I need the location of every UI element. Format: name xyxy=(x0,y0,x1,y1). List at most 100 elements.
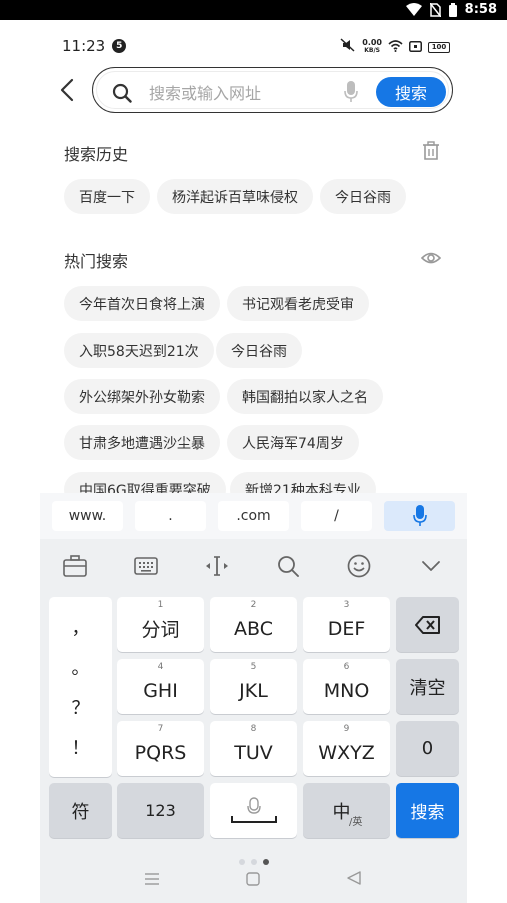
history-chip[interactable]: 杨洋起诉百草味侵权 xyxy=(157,179,313,214)
soft-keyboard: www. . .com / ， 。 ？ ！ 1 分词 2 ABC 3 DEF 4… xyxy=(40,493,467,903)
key-6[interactable]: 6 MNO xyxy=(303,659,390,714)
wifi-icon xyxy=(388,38,403,56)
history-chip[interactable]: 百度一下 xyxy=(64,179,150,214)
search-button[interactable]: 搜索 xyxy=(376,77,446,107)
hot-search-title: 热门搜索 xyxy=(64,252,129,271)
punct-period[interactable]: 。 xyxy=(72,654,90,680)
key-label: PQRS xyxy=(134,741,187,764)
collapse-keyboard-icon[interactable] xyxy=(418,553,444,579)
search-input[interactable] xyxy=(149,80,339,106)
key-3[interactable]: 3 DEF xyxy=(303,597,390,652)
key-label: 清空 xyxy=(409,677,446,699)
key-label: 0 xyxy=(421,738,434,759)
backspace-icon xyxy=(414,615,440,634)
punct-comma[interactable]: ， xyxy=(72,614,90,640)
battery-icon xyxy=(448,2,457,17)
key-label: JKL xyxy=(239,679,268,702)
punct-question[interactable]: ？ xyxy=(72,694,90,720)
space-key[interactable] xyxy=(210,783,297,838)
key-label: 中 xyxy=(332,801,351,823)
back-triangle-icon[interactable] xyxy=(346,870,362,890)
key-sublabel: /英 xyxy=(349,817,363,828)
hot-search-chip[interactable]: 韩国翻拍以家人之名 xyxy=(227,379,383,414)
key-number: 6 xyxy=(343,662,350,672)
space-voice-icon xyxy=(230,796,277,823)
battery-indicator: 100 xyxy=(428,41,450,53)
hot-search-chip[interactable]: 今日谷雨 xyxy=(216,333,302,368)
symbol-key[interactable]: 符 xyxy=(49,783,112,838)
search-icon[interactable] xyxy=(275,553,301,579)
punctuation-key-column[interactable]: ， 。 ？ ！ xyxy=(49,597,112,777)
notification-badge: 5 xyxy=(112,39,127,53)
language-switch-key[interactable]: 中 /英 xyxy=(303,783,390,838)
keyboard-shortcut-bar: www. . .com / xyxy=(40,493,467,539)
hot-search-chip[interactable]: 今年首次日食将上演 xyxy=(64,286,220,321)
hot-search-chip[interactable]: 书记观看老虎受审 xyxy=(227,286,369,321)
key-1[interactable]: 1 分词 xyxy=(117,597,204,652)
eye-icon xyxy=(420,252,442,264)
search-icon xyxy=(112,83,132,107)
voice-input-button[interactable] xyxy=(384,501,455,531)
home-icon[interactable] xyxy=(246,871,260,890)
hot-search-chip[interactable]: 外公绑架外孙女勒索 xyxy=(64,379,220,414)
search-bar: 搜索 xyxy=(92,67,453,113)
keyboard-toolbar xyxy=(40,543,467,587)
key-number: 8 xyxy=(250,724,257,734)
enter-search-key[interactable]: 搜索 xyxy=(396,783,459,838)
key-label: DEF xyxy=(327,617,366,640)
clear-history-button[interactable] xyxy=(421,141,441,161)
key-number: 3 xyxy=(343,600,350,610)
key-number: 1 xyxy=(157,600,164,610)
clear-key[interactable]: 清空 xyxy=(396,659,459,714)
key-7[interactable]: 7 PQRS xyxy=(117,721,204,776)
number-key[interactable]: 123 xyxy=(117,783,204,838)
key-number: 5 xyxy=(250,662,257,672)
zero-key[interactable]: 0 xyxy=(396,721,459,776)
punct-exclaim[interactable]: ！ xyxy=(72,734,90,760)
net-speed-value: 0.00 xyxy=(362,38,382,47)
hot-search-chip[interactable]: 甘肃多地遭遇沙尘暴 xyxy=(64,425,220,460)
key-number: 7 xyxy=(157,724,164,734)
shortcut-com[interactable]: .com xyxy=(218,501,289,531)
backspace-key[interactable] xyxy=(396,597,459,652)
key-label: WXYZ xyxy=(318,741,375,764)
system-navigation-bar xyxy=(40,857,467,903)
menu-icon[interactable] xyxy=(144,871,160,890)
trash-icon xyxy=(423,141,439,160)
microphone-icon xyxy=(412,505,427,526)
key-label: TUV xyxy=(234,741,273,764)
status-bar: 11:23 5 0.00 KB/S 100 xyxy=(62,36,450,56)
key-number: 4 xyxy=(157,662,164,672)
history-chip[interactable]: 今日谷雨 xyxy=(320,179,406,214)
back-button[interactable] xyxy=(54,74,80,106)
cursor-move-icon[interactable] xyxy=(204,553,230,579)
back-arrow-icon xyxy=(60,78,74,102)
key-number: 9 xyxy=(343,724,350,734)
clipboard-icon[interactable] xyxy=(62,553,88,579)
search-bar-inner: 搜索 xyxy=(96,71,449,109)
no-sim-icon xyxy=(429,2,441,17)
shortcut-www[interactable]: www. xyxy=(52,501,123,531)
mute-vibrate-icon xyxy=(340,38,356,56)
key-label: MNO xyxy=(323,679,370,702)
shortcut-slash[interactable]: / xyxy=(301,501,372,531)
status-time: 11:23 xyxy=(62,37,106,55)
hot-search-chip[interactable]: 人民海军74周岁 xyxy=(227,425,359,460)
emoji-icon[interactable] xyxy=(346,553,372,579)
key-9[interactable]: 9 WXYZ xyxy=(303,721,390,776)
net-speed-unit: KB/S xyxy=(364,47,380,54)
key-5[interactable]: 5 JKL xyxy=(210,659,297,714)
key-2[interactable]: 2 ABC xyxy=(210,597,297,652)
toggle-hot-visibility-button[interactable] xyxy=(420,248,442,268)
key-8[interactable]: 8 TUV xyxy=(210,721,297,776)
keyboard-layout-icon[interactable] xyxy=(133,553,159,579)
key-label: 分词 xyxy=(141,619,180,641)
wifi-icon xyxy=(405,3,422,16)
shortcut-dot[interactable]: . xyxy=(135,501,206,531)
key-label: GHI xyxy=(143,679,178,702)
host-status-bar: 8:58 xyxy=(0,0,507,20)
microphone-icon[interactable] xyxy=(344,81,358,107)
key-label: ABC xyxy=(234,617,273,640)
key-4[interactable]: 4 GHI xyxy=(117,659,204,714)
hot-search-chip[interactable]: 入职58天迟到21次 xyxy=(64,333,214,368)
